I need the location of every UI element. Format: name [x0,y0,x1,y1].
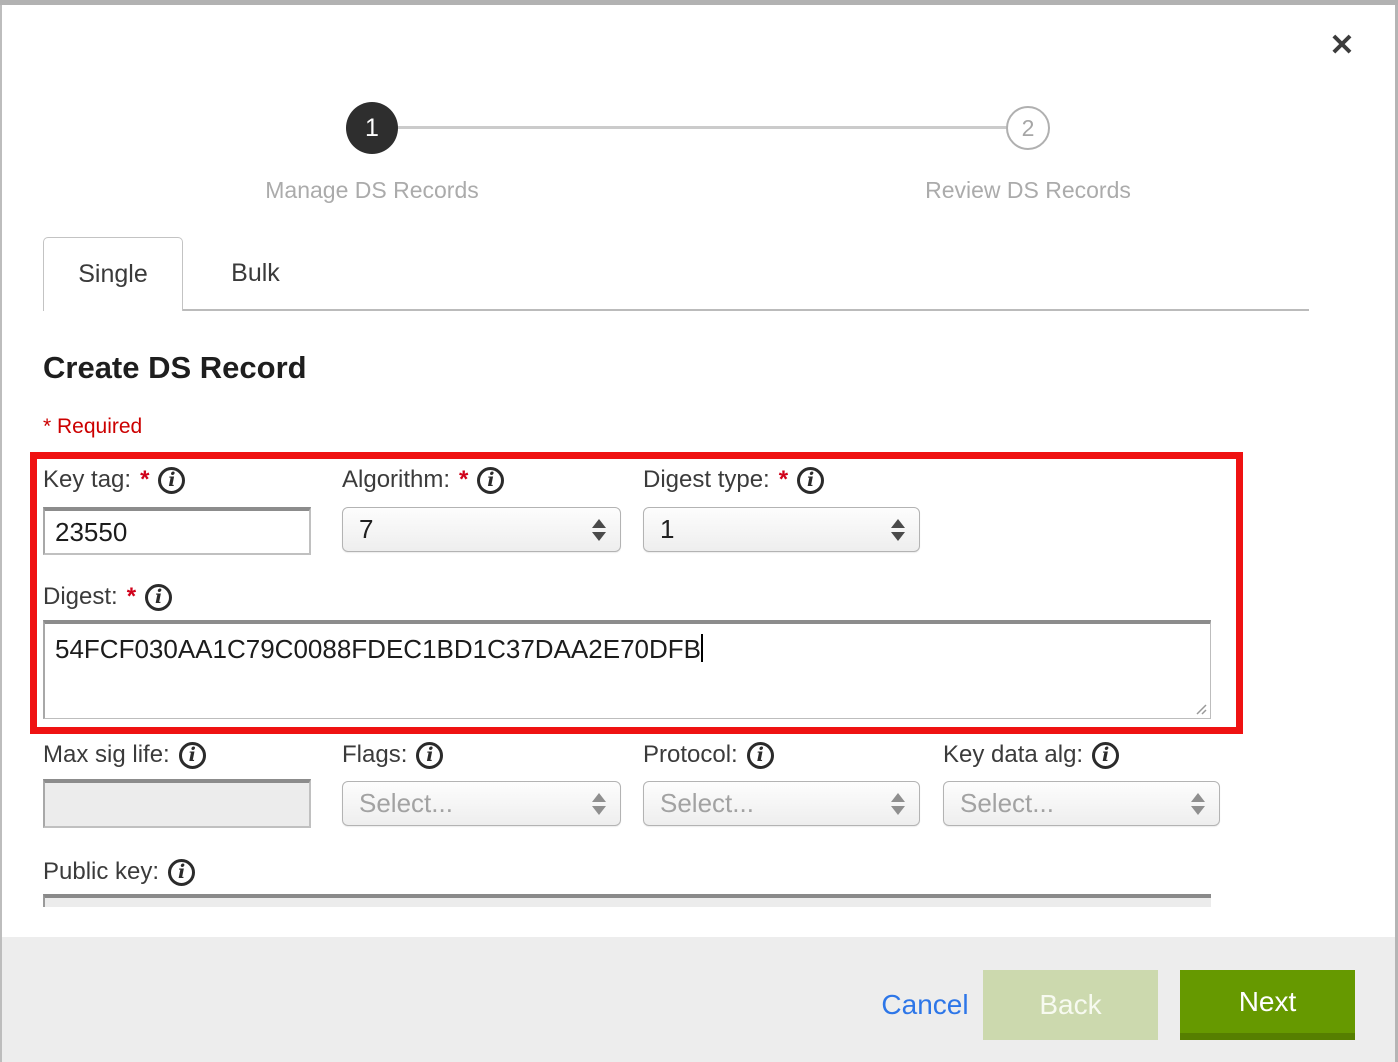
digest-type-select-value: 1 [660,514,674,545]
key-tag-label-text: Key tag: [43,466,131,494]
flags-select[interactable]: Select... [342,781,621,826]
dropdown-stepper-icon [592,519,606,541]
stepper-connector-line [397,126,1008,129]
stepper-step-2-label: Review DS Records [868,177,1188,204]
max-sig-life-input[interactable] [43,779,311,828]
key-tag-label: Key tag: * i [43,466,185,494]
key-tag-input[interactable]: 23550 [43,507,311,555]
text-cursor [701,634,703,662]
protocol-label: Protocol: i [643,741,774,769]
dropdown-stepper-icon [891,519,905,541]
algorithm-select-value: 7 [359,514,373,545]
key-data-alg-label: Key data alg: i [943,741,1119,769]
max-sig-life-label-text: Max sig life: [43,741,170,769]
algorithm-label: Algorithm: * i [342,466,504,494]
public-key-textarea[interactable] [43,894,1211,907]
protocol-label-text: Protocol: [643,741,738,769]
algorithm-select[interactable]: 7 [342,507,621,552]
key-data-alg-label-text: Key data alg: [943,741,1083,769]
tab-single[interactable]: Single [43,237,183,311]
flags-label: Flags: i [342,741,443,769]
next-button[interactable]: Next [1180,970,1355,1040]
back-button[interactable]: Back [983,970,1158,1040]
digest-type-required-marker: * [779,466,788,494]
digest-label-text: Digest: [43,583,118,611]
key-data-alg-select-placeholder: Select... [960,788,1054,819]
flags-select-placeholder: Select... [359,788,453,819]
digest-required-marker: * [127,583,136,611]
digest-type-info-icon[interactable]: i [797,467,824,494]
digest-type-select[interactable]: 1 [643,507,920,552]
digest-textarea-value: 54FCF030AA1C79C0088FDEC1BD1C37DAA2E70DFB [55,634,701,664]
cancel-button[interactable]: Cancel [865,970,985,1040]
protocol-select-placeholder: Select... [660,788,754,819]
stepper-step-1-label: Manage DS Records [212,177,532,204]
digest-type-label: Digest type: * i [643,466,824,494]
dropdown-stepper-icon [592,793,606,815]
digest-textarea[interactable]: 54FCF030AA1C79C0088FDEC1BD1C37DAA2E70DFB [43,620,1211,719]
public-key-label: Public key: i [43,858,195,886]
tab-bulk[interactable]: Bulk [183,237,328,309]
public-key-label-text: Public key: [43,858,159,886]
public-key-info-icon[interactable]: i [168,859,195,886]
max-sig-life-label: Max sig life: i [43,741,206,769]
resize-handle-icon[interactable] [1191,699,1207,715]
digest-type-label-text: Digest type: [643,466,770,494]
digest-label: Digest: * i [43,583,172,611]
modal-footer: Cancel Back Next [2,937,1395,1062]
protocol-info-icon[interactable]: i [747,742,774,769]
required-note: * Required [43,415,142,439]
key-data-alg-select[interactable]: Select... [943,781,1220,826]
algorithm-required-marker: * [459,466,468,494]
algorithm-info-icon[interactable]: i [477,467,504,494]
page-title: Create DS Record [43,350,307,386]
digest-info-icon[interactable]: i [145,584,172,611]
algorithm-label-text: Algorithm: [342,466,450,494]
stepper-step-1-circle: 1 [346,102,398,154]
dropdown-stepper-icon [1191,793,1205,815]
stepper-step-2-circle: 2 [1006,106,1050,150]
create-ds-record-modal: ✕ 1 2 Manage DS Records Review DS Record… [0,0,1398,1062]
max-sig-life-info-icon[interactable]: i [179,742,206,769]
flags-info-icon[interactable]: i [416,742,443,769]
tab-bar-divider [183,309,1309,311]
protocol-select[interactable]: Select... [643,781,920,826]
key-tag-required-marker: * [140,466,149,494]
key-data-alg-info-icon[interactable]: i [1092,742,1119,769]
dropdown-stepper-icon [891,793,905,815]
key-tag-info-icon[interactable]: i [158,467,185,494]
flags-label-text: Flags: [342,741,407,769]
close-icon[interactable]: ✕ [1322,26,1362,66]
